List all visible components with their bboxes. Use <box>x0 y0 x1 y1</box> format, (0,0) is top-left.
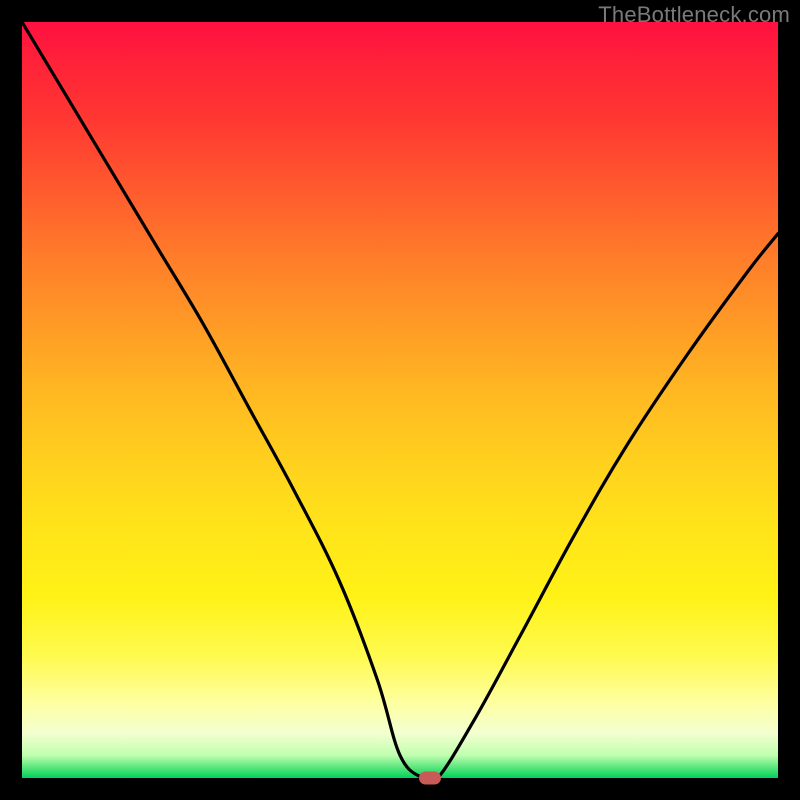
curve-svg <box>22 22 778 778</box>
bottleneck-curve-path <box>22 22 778 778</box>
chart-frame: TheBottleneck.com <box>0 0 800 800</box>
watermark-text: TheBottleneck.com <box>598 2 790 28</box>
plot-area <box>22 22 778 778</box>
bottleneck-marker <box>419 772 441 785</box>
